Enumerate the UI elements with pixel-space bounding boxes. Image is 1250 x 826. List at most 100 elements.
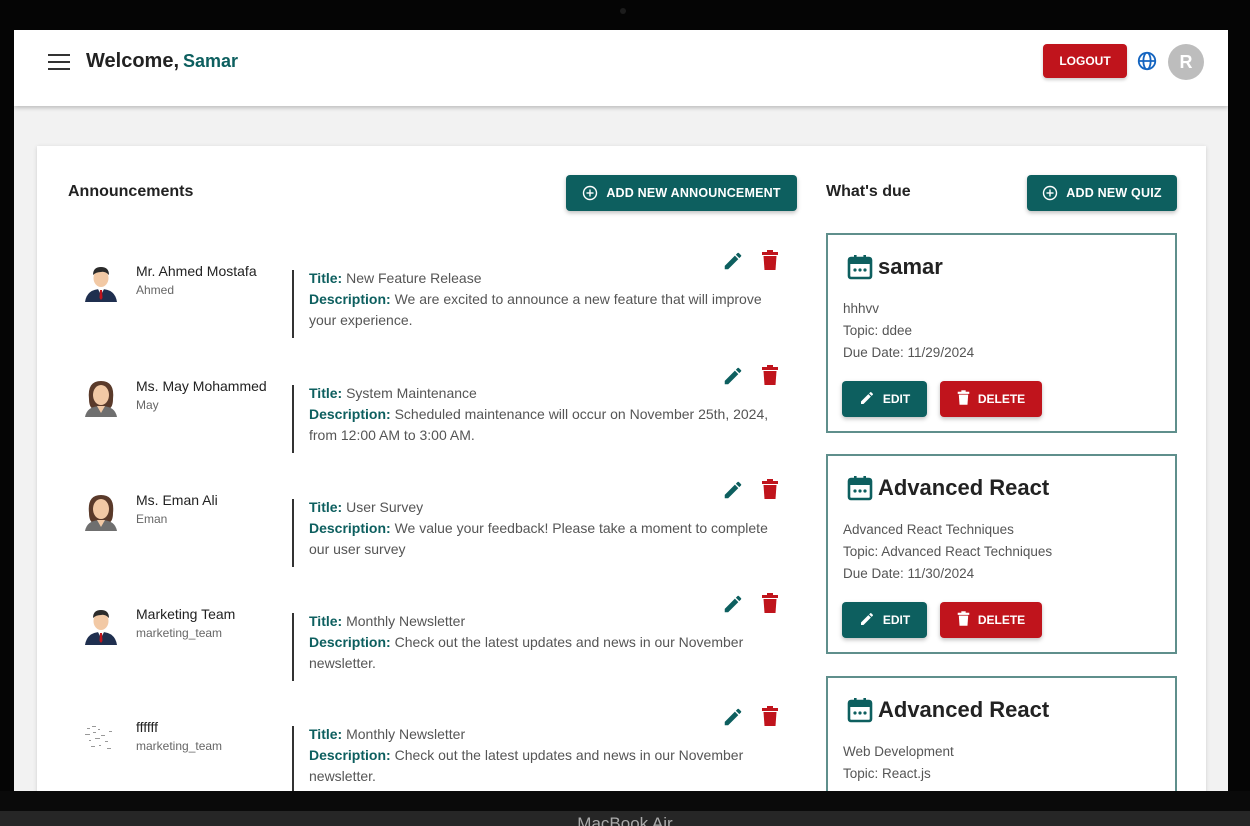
- announcement-title-row: Title: Monthly Newsletter: [309, 724, 774, 745]
- author-name: Mr. Ahmed Mostafa: [136, 263, 257, 279]
- add-quiz-label: ADD NEW QUIZ: [1066, 186, 1162, 200]
- welcome-text: Welcome,: [86, 50, 179, 72]
- delete-trash-icon[interactable]: [761, 250, 779, 270]
- announcement-description-row: Description: Check out the latest update…: [309, 632, 774, 674]
- user-avatar[interactable]: R: [1168, 44, 1204, 80]
- quiz-header: Advanced React: [846, 696, 1049, 724]
- edit-pencil-icon[interactable]: [722, 479, 744, 501]
- vertical-divider: [292, 613, 294, 681]
- description-label: Description:: [309, 291, 391, 307]
- announcement-title: New Feature Release: [346, 270, 482, 286]
- announcement-content: Title: New Feature Release Description: W…: [309, 268, 774, 331]
- pencil-icon: [859, 611, 875, 630]
- announcement-title: Monthly Newsletter: [346, 613, 466, 629]
- app-bar: Welcome, Samar LOGOUT R: [14, 30, 1228, 106]
- title-label: Title:: [309, 726, 343, 742]
- app-screen: Welcome, Samar LOGOUT R Announcements ADD…: [14, 30, 1228, 791]
- author-name: Ms. Eman Ali: [136, 492, 218, 508]
- announcement-title-row: Title: System Maintenance: [309, 383, 774, 404]
- quiz-description: Advanced React Techniques: [843, 522, 1014, 537]
- quiz-topic: Topic: Advanced React Techniques: [843, 544, 1053, 559]
- title-label: Title:: [309, 613, 343, 629]
- add-quiz-button[interactable]: ADD NEW QUIZ: [1027, 175, 1177, 211]
- dashboard-card: Announcements ADD NEW ANNOUNCEMENT What'…: [37, 146, 1206, 791]
- quiz-title: Advanced React: [878, 475, 1050, 500]
- announcement-content: Title: Monthly Newsletter Description: Ch…: [309, 724, 774, 787]
- announcements-title: Announcements: [68, 183, 194, 200]
- announcement-item: Ms. May Mohammed May Title: System Mainten…: [37, 356, 797, 466]
- quiz-description: hhhvv: [843, 301, 880, 316]
- screen-bezel-left: [0, 0, 14, 826]
- vertical-divider: [292, 726, 294, 791]
- quiz-topic: Topic: React.js: [843, 766, 931, 781]
- announcement-title: User Survey: [346, 499, 424, 515]
- pencil-icon: [859, 390, 875, 409]
- female-avatar-icon: [81, 377, 121, 417]
- quiz-due-date: Due Date: 11/29/2024: [843, 345, 975, 360]
- announcement-title-row: Title: User Survey: [309, 497, 774, 518]
- quiz-card: samar hhhvv Topic: ddee Due Date: 11/29/202…: [826, 233, 1177, 433]
- screen-bezel-bottom: [0, 791, 1250, 811]
- device-label: MacBook Air: [577, 814, 673, 826]
- title-label: Title:: [309, 385, 343, 401]
- description-label: Description:: [309, 634, 391, 650]
- calendar-icon: [846, 696, 874, 724]
- delete-trash-icon[interactable]: [761, 365, 779, 385]
- logout-button[interactable]: LOGOUT: [1043, 44, 1127, 78]
- delete-trash-icon[interactable]: [761, 479, 779, 499]
- quiz-title: Advanced React: [878, 697, 1050, 722]
- author-name: ffffff: [136, 719, 159, 735]
- calendar-icon: [846, 253, 874, 281]
- add-circle-icon: [1043, 185, 1058, 201]
- title-label: Title:: [309, 499, 343, 515]
- delete-quiz-button[interactable]: DELETE: [940, 381, 1042, 417]
- quiz-card: Advanced React Web Development Topic: Reac…: [826, 676, 1177, 791]
- author-name: Marketing Team: [136, 606, 236, 622]
- quiz-description: Web Development: [843, 744, 954, 759]
- announcement-item: Ms. Eman Ali Eman Title: User Survey Descri…: [37, 470, 797, 580]
- announcement-item: Mr. Ahmed Mostafa Ahmed Title: New Feature…: [37, 241, 797, 351]
- screen-bezel-right: [1228, 0, 1250, 826]
- edit-pencil-icon[interactable]: [722, 593, 744, 615]
- title-label: Title:: [309, 270, 343, 286]
- quiz-header: Advanced React: [846, 474, 1049, 502]
- author-name: Ms. May Mohammed: [136, 378, 267, 394]
- female-avatar-icon: [81, 491, 121, 531]
- edit-pencil-icon[interactable]: [722, 706, 744, 728]
- vertical-divider: [292, 385, 294, 453]
- quiz-title: samar: [878, 254, 943, 279]
- announcement-description-row: Description: Scheduled maintenance will …: [309, 404, 774, 446]
- delete-trash-icon[interactable]: [761, 706, 779, 726]
- edit-pencil-icon[interactable]: [722, 365, 744, 387]
- delete-quiz-button[interactable]: DELETE: [940, 602, 1042, 638]
- author-username: marketing_team: [136, 739, 223, 753]
- hamburger-menu-icon[interactable]: [48, 52, 72, 72]
- announcement-content: Title: Monthly Newsletter Description: Ch…: [309, 611, 774, 674]
- description-label: Description:: [309, 520, 391, 536]
- calendar-icon: [846, 474, 874, 502]
- edit-quiz-button[interactable]: EDIT: [842, 381, 927, 417]
- author-username: Eman: [136, 512, 168, 526]
- edit-label: EDIT: [882, 392, 911, 406]
- announcement-title: System Maintenance: [346, 385, 477, 401]
- globe-icon[interactable]: [1136, 50, 1158, 72]
- delete-label: DELETE: [977, 392, 1026, 406]
- announcement-item: Marketing Team marketing_team Title: Month…: [37, 584, 797, 694]
- trash-icon: [957, 390, 970, 408]
- delete-label: DELETE: [977, 613, 1026, 627]
- author-username: marketing_team: [136, 626, 223, 640]
- add-circle-icon: [583, 185, 598, 201]
- add-announcement-label: ADD NEW ANNOUNCEMENT: [606, 186, 781, 200]
- author-username: Ahmed: [136, 283, 175, 297]
- edit-quiz-button[interactable]: EDIT: [842, 602, 927, 638]
- vertical-divider: [292, 270, 294, 338]
- user-name: Samar: [183, 51, 239, 71]
- announcement-title: Monthly Newsletter: [346, 726, 466, 742]
- delete-trash-icon[interactable]: [761, 593, 779, 613]
- announcement-description-row: Description: We value your feedback! Ple…: [309, 518, 774, 560]
- add-announcement-button[interactable]: ADD NEW ANNOUNCEMENT: [566, 175, 797, 211]
- edit-pencil-icon[interactable]: [722, 250, 744, 272]
- quiz-topic: Topic: ddee: [843, 323, 913, 338]
- broken-image-icon: [81, 718, 121, 758]
- announcement-content: Title: User Survey Description: We value …: [309, 497, 774, 560]
